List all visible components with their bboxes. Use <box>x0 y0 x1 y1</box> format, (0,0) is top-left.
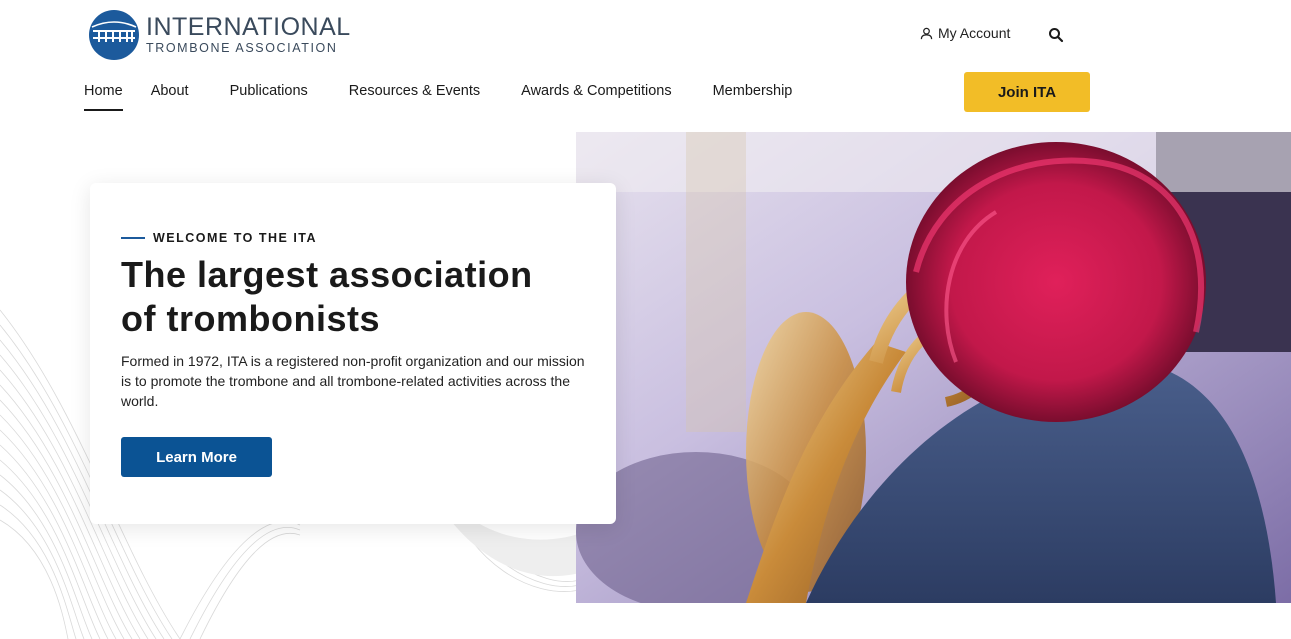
logo-subtitle: TROMBONE ASSOCIATION <box>146 41 338 56</box>
eyebrow-text: WELCOME TO THE ITA <box>153 231 318 245</box>
site-logo[interactable]: INTERNATIONAL TROMBONE ASSOCIATION <box>88 9 351 61</box>
trombonist-photo <box>576 132 1291 603</box>
user-icon <box>920 27 933 39</box>
nav-membership[interactable]: Membership <box>713 83 793 111</box>
nav-awards-competitions[interactable]: Awards & Competitions <box>521 83 671 111</box>
eyebrow-rule <box>121 237 145 239</box>
logo-title: INTERNATIONAL <box>146 13 351 42</box>
nav-about[interactable]: About <box>151 83 189 111</box>
nav-publications[interactable]: Publications <box>230 83 308 111</box>
hero-description: Formed in 1972, ITA is a registered non-… <box>121 353 585 409</box>
hero-image <box>576 132 1291 603</box>
hero-eyebrow: WELCOME TO THE ITA <box>121 231 317 245</box>
search-icon <box>1049 28 1064 43</box>
headline-line-2: of trombonists <box>121 298 380 339</box>
my-account-label: My Account <box>938 25 1011 41</box>
learn-more-button[interactable]: Learn More <box>121 437 272 477</box>
nav-home[interactable]: Home <box>84 83 123 111</box>
my-account-link[interactable]: My Account <box>920 25 1010 41</box>
hero-headline: The largest association of trombonists <box>121 253 591 341</box>
ita-logo-icon <box>89 10 139 60</box>
main-nav: Home About Publications Resources & Even… <box>84 83 792 111</box>
hero-card: WELCOME TO THE ITA The largest associati… <box>90 183 616 524</box>
headline-line-1: The largest association <box>121 254 533 295</box>
nav-resources-events[interactable]: Resources & Events <box>349 83 480 111</box>
search-button[interactable] <box>1048 27 1064 43</box>
join-ita-button[interactable]: Join ITA <box>964 72 1090 112</box>
